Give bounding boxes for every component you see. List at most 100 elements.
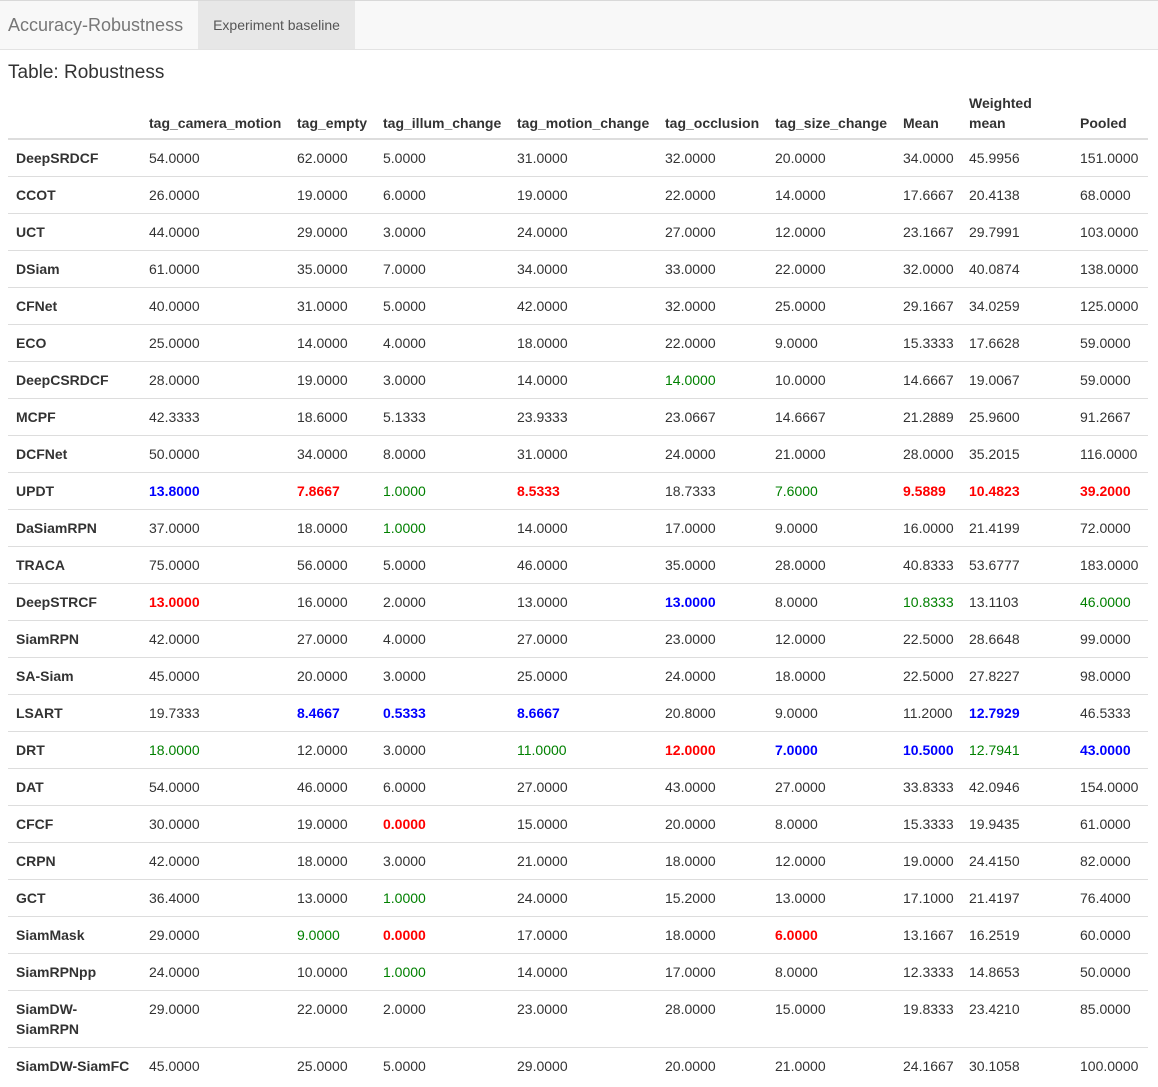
value-cell: 22.0000 <box>767 250 895 288</box>
value-cell: 40.0874 <box>961 250 1072 288</box>
value-cell: 12.7941 <box>961 731 1072 769</box>
value-cell: 27.0000 <box>657 213 767 251</box>
value-cell: 23.1667 <box>895 213 961 251</box>
value-cell: 24.0000 <box>657 657 767 695</box>
value-cell: 12.7929 <box>961 694 1072 732</box>
column-header: tag_occlusion <box>657 93 767 140</box>
value-cell: 22.0000 <box>289 990 375 1048</box>
value-cell: 23.0000 <box>509 990 657 1048</box>
value-cell: 5.0000 <box>375 1047 509 1084</box>
value-cell: 12.0000 <box>767 842 895 880</box>
value-cell: 25.9600 <box>961 398 1072 436</box>
value-cell: 31.0000 <box>289 287 375 325</box>
value-cell: 21.4197 <box>961 879 1072 917</box>
table-row: UCT 44.0000 29.0000 3.0000 24.0000 27.0000 12.… <box>8 213 1148 251</box>
value-cell: 20.8000 <box>657 694 767 732</box>
value-cell: 18.7333 <box>657 472 767 510</box>
value-cell: 20.4138 <box>961 176 1072 214</box>
value-cell: 28.0000 <box>141 361 289 399</box>
tab-experiment-baseline[interactable]: Experiment baseline <box>198 1 355 49</box>
value-cell: 183.0000 <box>1072 546 1148 584</box>
value-cell: 14.6667 <box>895 361 961 399</box>
column-header: tag_size_change <box>767 93 895 140</box>
value-cell: 26.0000 <box>141 176 289 214</box>
value-cell: 21.4199 <box>961 509 1072 547</box>
value-cell: 14.0000 <box>289 324 375 362</box>
table-row: DeepSRDCF 54.0000 62.0000 5.0000 31.0000 32.0… <box>8 138 1148 177</box>
table-row: CFCF 30.0000 19.0000 0.0000 15.0000 20.0000 8.… <box>8 805 1148 843</box>
value-cell: 29.0000 <box>141 990 289 1048</box>
value-cell: 14.8653 <box>961 953 1072 991</box>
page-title: Table: Robustness <box>8 62 165 83</box>
value-cell: 98.0000 <box>1072 657 1148 695</box>
value-cell: 22.5000 <box>895 620 961 658</box>
value-cell: 27.0000 <box>767 768 895 806</box>
value-cell: 44.0000 <box>141 213 289 251</box>
value-cell: 154.0000 <box>1072 768 1148 806</box>
value-cell: 8.0000 <box>767 953 895 991</box>
value-cell: 20.0000 <box>657 805 767 843</box>
table-header-row: tag_camera_motion tag_empty tag_illum_ch… <box>8 93 1148 140</box>
table-row: DRT 18.0000 12.0000 3.0000 11.0000 12.0000 7.0… <box>8 731 1148 769</box>
value-cell: 46.0000 <box>509 546 657 584</box>
value-cell: 19.0000 <box>895 842 961 880</box>
value-cell: 60.0000 <box>1072 916 1148 954</box>
value-cell: 61.0000 <box>141 250 289 288</box>
value-cell: 16.0000 <box>289 583 375 621</box>
value-cell: 31.0000 <box>509 138 657 177</box>
table-row: GCT 36.4000 13.0000 1.0000 24.0000 15.2000 13.… <box>8 879 1148 917</box>
value-cell: 30.1058 <box>961 1047 1072 1084</box>
value-cell: 21.2889 <box>895 398 961 436</box>
table-row: DAT 54.0000 46.0000 6.0000 27.0000 43.0000 27.… <box>8 768 1148 806</box>
table-row: UPDT 13.8000 7.8667 1.0000 8.5333 18.7333 7.60… <box>8 472 1148 510</box>
value-cell: 11.0000 <box>509 731 657 769</box>
value-cell: 21.0000 <box>767 435 895 473</box>
value-cell: 13.1667 <box>895 916 961 954</box>
value-cell: 12.0000 <box>767 213 895 251</box>
value-cell: 72.0000 <box>1072 509 1148 547</box>
table-row: DeepSTRCF 13.0000 16.0000 2.0000 13.0000 13.0… <box>8 583 1148 621</box>
value-cell: 15.0000 <box>767 990 895 1048</box>
value-cell: 19.0000 <box>289 176 375 214</box>
value-cell: 116.0000 <box>1072 435 1148 473</box>
value-cell: 46.0000 <box>289 768 375 806</box>
value-cell: 14.0000 <box>767 176 895 214</box>
table-row: CRPN 42.0000 18.0000 3.0000 21.0000 18.0000 12… <box>8 842 1148 880</box>
value-cell: 40.0000 <box>141 287 289 325</box>
value-cell: 19.7333 <box>141 694 289 732</box>
value-cell: 24.0000 <box>509 879 657 917</box>
value-cell: 11.2000 <box>895 694 961 732</box>
value-cell: 68.0000 <box>1072 176 1148 214</box>
table-row: DaSiamRPN 37.0000 18.0000 1.0000 14.0000 17.0… <box>8 509 1148 547</box>
value-cell: 42.3333 <box>141 398 289 436</box>
value-cell: 5.0000 <box>375 287 509 325</box>
value-cell: 4.0000 <box>375 620 509 658</box>
value-cell: 13.0000 <box>289 879 375 917</box>
tracker-name-cell: SiamRPN <box>8 620 141 658</box>
tracker-name-cell: UPDT <box>8 472 141 510</box>
tracker-name-cell: SA-Siam <box>8 657 141 695</box>
navbar-brand[interactable]: Accuracy-Robustness <box>0 1 191 49</box>
value-cell: 8.6667 <box>509 694 657 732</box>
value-cell: 6.0000 <box>375 176 509 214</box>
value-cell: 13.0000 <box>657 583 767 621</box>
value-cell: 32.0000 <box>895 250 961 288</box>
value-cell: 23.4210 <box>961 990 1072 1048</box>
value-cell: 25.0000 <box>509 657 657 695</box>
value-cell: 35.0000 <box>289 250 375 288</box>
value-cell: 15.3333 <box>895 805 961 843</box>
value-cell: 42.0946 <box>961 768 1072 806</box>
value-cell: 20.0000 <box>767 138 895 177</box>
value-cell: 0.0000 <box>375 916 509 954</box>
value-cell: 54.0000 <box>141 768 289 806</box>
tracker-name-cell: MCPF <box>8 398 141 436</box>
value-cell: 151.0000 <box>1072 138 1148 177</box>
value-cell: 91.2667 <box>1072 398 1148 436</box>
value-cell: 59.0000 <box>1072 361 1148 399</box>
value-cell: 8.4667 <box>289 694 375 732</box>
value-cell: 15.3333 <box>895 324 961 362</box>
value-cell: 20.0000 <box>657 1047 767 1084</box>
value-cell: 4.0000 <box>375 324 509 362</box>
value-cell: 103.0000 <box>1072 213 1148 251</box>
value-cell: 56.0000 <box>289 546 375 584</box>
